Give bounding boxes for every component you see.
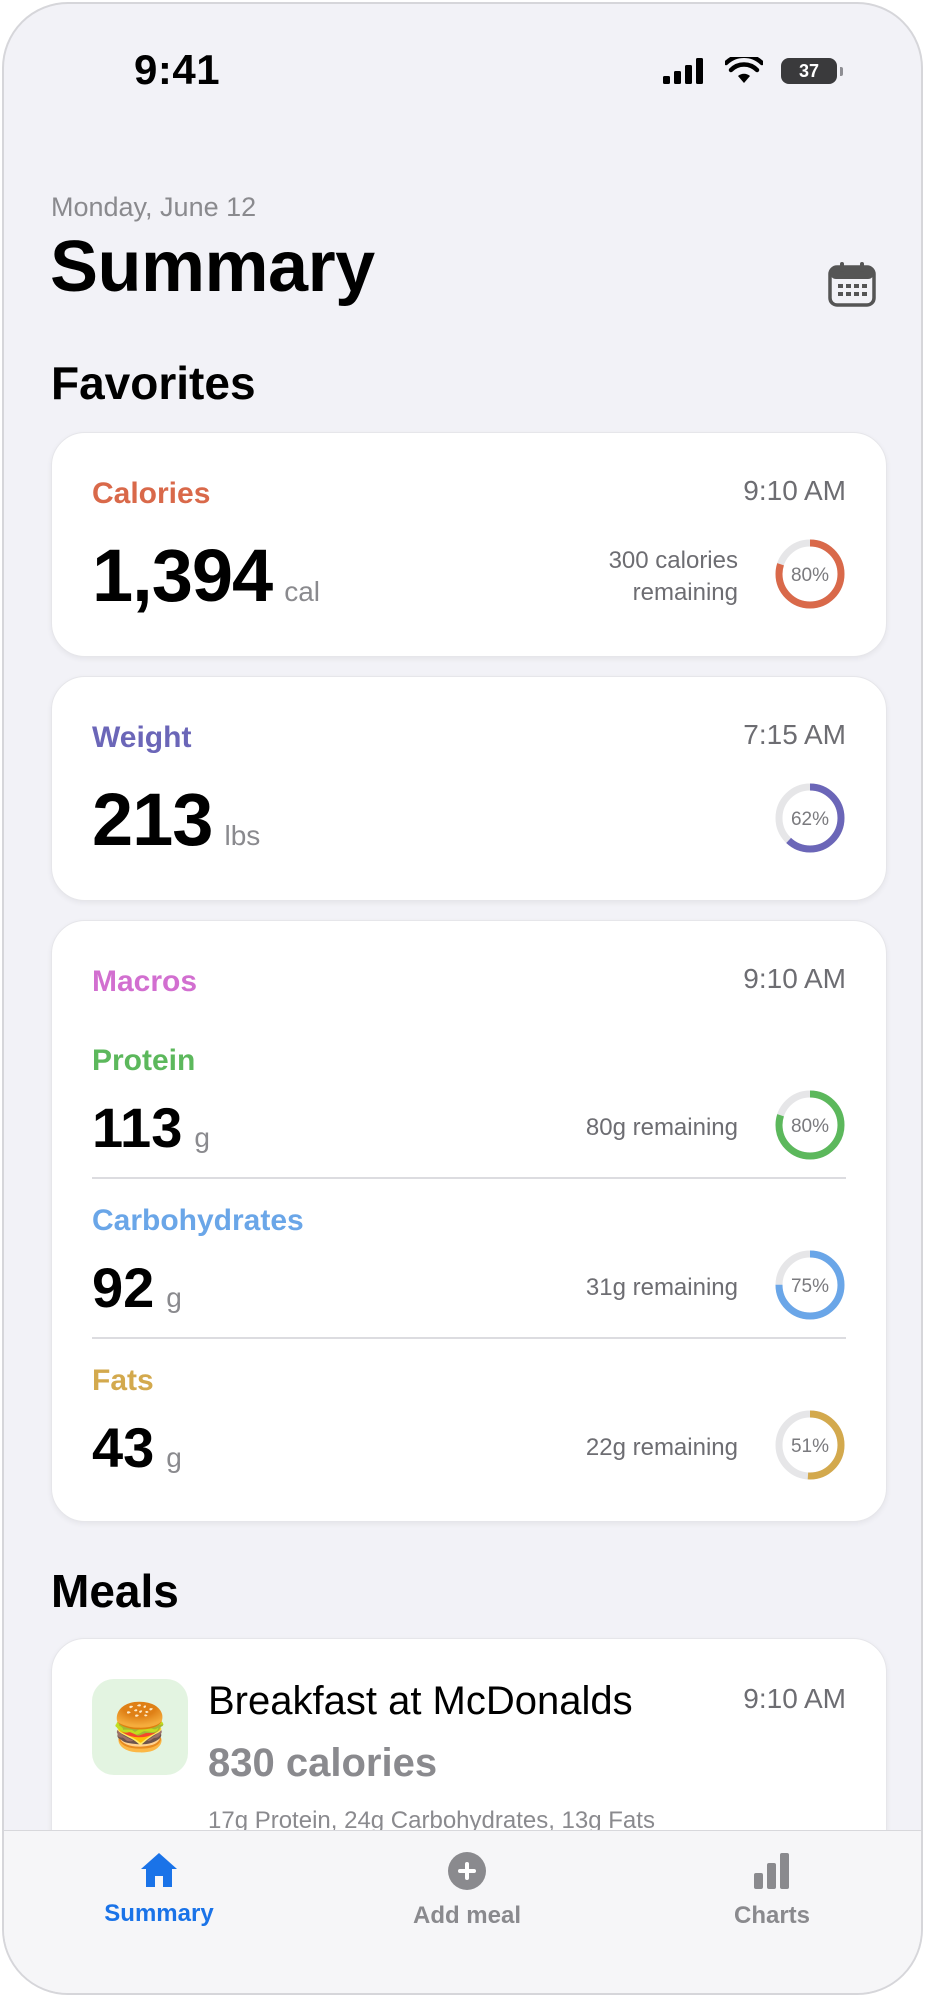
protein-number: 113 <box>92 1096 183 1159</box>
plus-circle-icon <box>448 1852 486 1890</box>
protein-unit: g <box>194 1122 210 1153</box>
meal-name: Breakfast at McDonalds <box>208 1679 633 1723</box>
status-icons: 37 <box>663 54 843 88</box>
calories-value: 1,394 cal <box>92 533 320 618</box>
protein-label: Protein <box>92 1044 196 1077</box>
calories-remaining-line1: 300 calories <box>608 547 738 574</box>
fats-value: 43 g <box>92 1415 182 1480</box>
carbs-progress-ring: 75% <box>775 1250 845 1320</box>
phone-frame: 9:41 37 Monday, June 12 Summary Favorite… <box>2 2 923 1995</box>
carbs-value: 92 g <box>92 1255 182 1320</box>
calendar-icon[interactable] <box>827 259 877 309</box>
macros-label: Macros <box>92 965 198 998</box>
protein-progress-ring: 80% <box>775 1090 845 1160</box>
tab-charts[interactable]: Charts <box>662 1851 882 1930</box>
calories-time: 9:10 AM <box>743 475 846 506</box>
meal-time: 9:10 AM <box>743 1683 846 1714</box>
calories-remaining: 300 calories remaining <box>609 545 738 609</box>
fats-unit: g <box>166 1442 182 1473</box>
tab-summary-label: Summary <box>104 1900 214 1927</box>
weight-progress-ring: 62% <box>775 783 845 853</box>
ring-percent-label: 51% <box>791 1436 829 1457</box>
macros-divider <box>92 1177 846 1179</box>
weight-card[interactable]: Weight 7:15 AM 213 lbs 62% <box>51 676 887 901</box>
calories-progress-ring: 80% <box>775 539 845 609</box>
tab-add-meal[interactable]: Add meal <box>357 1851 577 1930</box>
weight-label: Weight <box>92 721 192 754</box>
carbs-label: Carbohydrates <box>92 1204 304 1237</box>
home-icon <box>141 1853 177 1887</box>
tab-add-meal-label: Add meal <box>412 1902 522 1929</box>
protein-value: 113 g <box>92 1095 210 1160</box>
meals-title: Meals <box>51 1565 179 1617</box>
fats-label: Fats <box>92 1364 154 1397</box>
calories-unit: cal <box>284 576 320 607</box>
ring-percent-label: 80% <box>791 1116 829 1137</box>
status-time: 9:41 <box>134 46 221 93</box>
ring-percent-label: 75% <box>791 1276 829 1297</box>
wifi-icon <box>725 57 763 83</box>
cellular-signal-icon <box>663 58 703 84</box>
weight-unit: lbs <box>224 820 261 851</box>
bar-chart-icon <box>754 1853 789 1889</box>
tab-charts-label: Charts <box>733 1902 811 1929</box>
burger-icon: 🍔 <box>92 1679 188 1775</box>
weight-value: 213 lbs <box>92 777 260 862</box>
weight-time: 7:15 AM <box>743 719 846 750</box>
protein-remaining: 80g remaining <box>585 1114 738 1141</box>
macros-time: 9:10 AM <box>743 963 846 994</box>
favorites-title: Favorites <box>51 357 256 409</box>
calories-remaining-line2: remaining <box>632 579 738 606</box>
ring-percent-label: 62% <box>791 809 829 830</box>
tab-bar: Summary Add meal Charts <box>4 1830 921 1993</box>
tab-summary[interactable]: Summary <box>49 1851 269 1928</box>
calories-card[interactable]: Calories 9:10 AM 1,394 cal 300 calories r… <box>51 432 887 657</box>
macros-divider <box>92 1337 846 1339</box>
header-date: Monday, June 12 <box>51 192 257 222</box>
carbs-remaining: 31g remaining <box>585 1274 738 1301</box>
fats-progress-ring: 51% <box>775 1410 845 1480</box>
meal-calories: 830 calories <box>208 1741 438 1785</box>
ring-percent-label: 80% <box>791 565 829 586</box>
calories-label: Calories <box>92 477 211 510</box>
carbs-unit: g <box>166 1282 182 1313</box>
page-title: Summary <box>50 227 375 307</box>
macros-card[interactable]: Macros 9:10 AM Protein 113 g 80g remainin… <box>51 920 887 1522</box>
battery-icon: 37 <box>781 58 843 84</box>
carbs-number: 92 <box>92 1256 155 1319</box>
calories-number: 1,394 <box>92 534 273 617</box>
weight-number: 213 <box>92 778 213 861</box>
fats-number: 43 <box>92 1416 155 1479</box>
fats-remaining: 22g remaining <box>585 1434 738 1461</box>
